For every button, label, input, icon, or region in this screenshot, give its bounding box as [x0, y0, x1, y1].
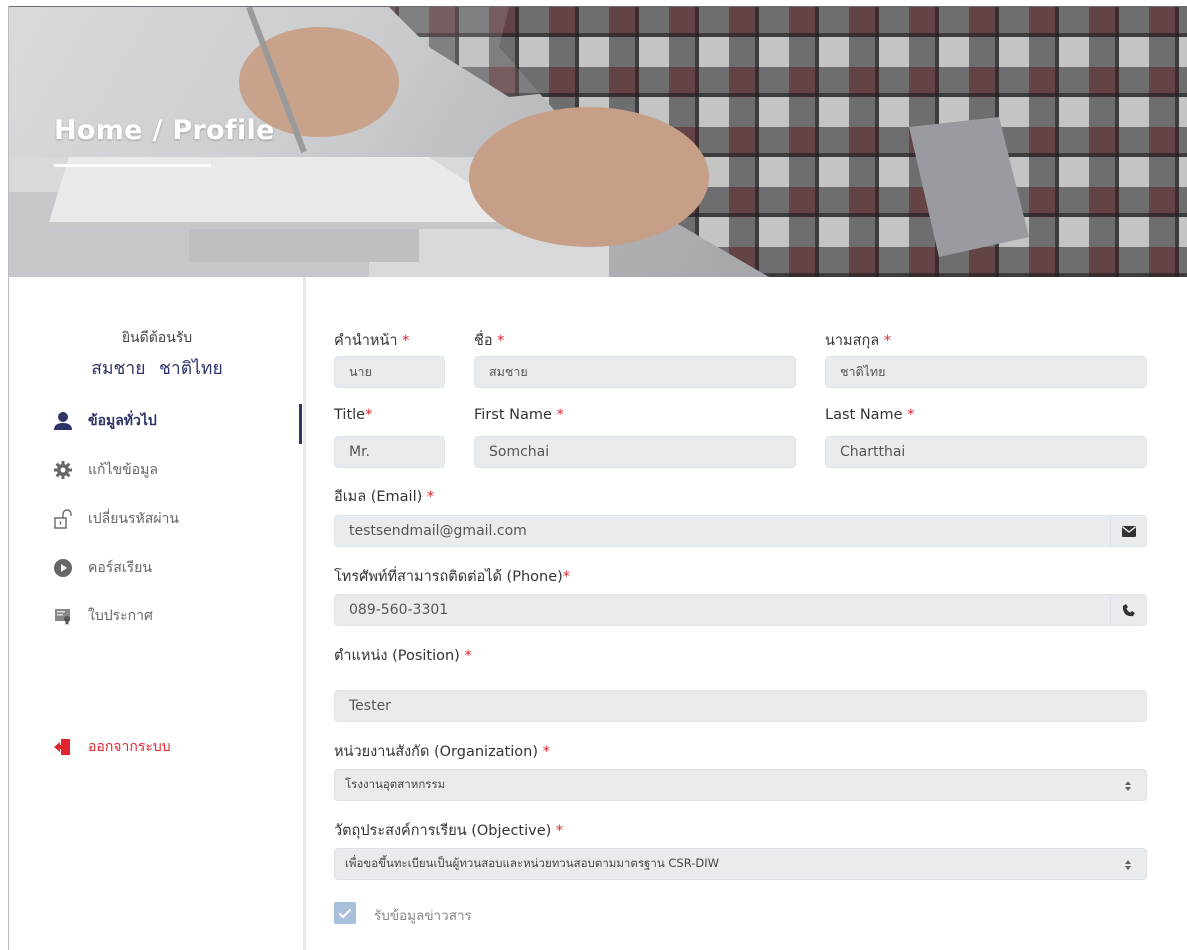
objective-select[interactable]: เพื่อขอขึ้นทะเบียนเป็นผู้ทวนสอบและหน่วยท… — [334, 848, 1147, 880]
lastname-en-field[interactable]: Chartthai — [825, 436, 1147, 468]
firstname-en-field[interactable]: Somchai — [474, 436, 796, 468]
newsletter-checkbox[interactable] — [334, 902, 356, 924]
sidebar-item-edit-info[interactable]: แก้ไขข้อมูล — [52, 457, 158, 483]
phone-icon — [1110, 595, 1146, 625]
title-en-field[interactable]: Mr. — [334, 436, 445, 468]
sidebar-item-courses[interactable]: คอร์สเรียน — [52, 555, 152, 581]
sidebar-item-certificates[interactable]: ใบประกาศ — [52, 603, 153, 629]
lastname-th-field[interactable]: ชาติไทย — [825, 356, 1147, 388]
organization-select[interactable]: โรงงานอุตสาหกรรม — [334, 769, 1147, 801]
gear-icon — [52, 459, 74, 481]
sign-out-icon — [52, 736, 74, 758]
sidebar-item-label: แก้ไขข้อมูล — [88, 462, 158, 478]
certificate-icon — [52, 605, 74, 627]
position-field[interactable]: Tester — [334, 690, 1147, 722]
select-arrows-icon — [1125, 781, 1131, 791]
unlock-icon — [52, 508, 74, 530]
organization-value: โรงงานอุตสาหกรรม — [345, 777, 446, 791]
page-title: Home / Profile — [54, 115, 275, 146]
lastname-en-label: Last Name * — [825, 407, 915, 423]
select-arrows-icon — [1125, 860, 1131, 870]
user-first-name: สมชาย — [91, 359, 146, 379]
phone-field[interactable]: 089-560-3301 — [334, 594, 1147, 626]
objective-value: เพื่อขอขึ้นทะเบียนเป็นผู้ทวนสอบและหน่วยท… — [345, 856, 719, 870]
lastname-th-label: นามสกุล * — [825, 333, 891, 349]
sidebar-item-general-info[interactable]: ข้อมูลทั่วไป — [52, 408, 157, 434]
position-label: ตำแหน่ง (Position) * — [334, 648, 472, 664]
title-underline — [54, 164, 211, 167]
newsletter-label: รับข้อมูลข่าวสาร — [374, 908, 472, 924]
sidebar-item-label: เปลี่ยนรหัสผ่าน — [88, 511, 179, 527]
sidebar: ยินดีต้อนรับ สมชาย ชาติไทย ข้อมูลทั่วไป … — [9, 277, 305, 950]
logout-button[interactable]: ออกจากระบบ — [52, 734, 171, 760]
user-icon — [52, 410, 74, 432]
objective-label: วัตถุประสงค์การเรียน (Objective) * — [334, 823, 564, 839]
title-en-label: Title* — [334, 407, 373, 423]
welcome-text: ยินดีต้อนรับ — [121, 330, 193, 346]
prefix-th-field[interactable]: นาย — [334, 356, 445, 388]
sidebar-item-label: ใบประกาศ — [88, 608, 153, 624]
prefix-th-label: คำนำหน้า * — [334, 333, 410, 349]
active-indicator — [299, 404, 302, 444]
logout-label: ออกจากระบบ — [88, 739, 171, 755]
user-name: สมชาย ชาติไทย — [9, 354, 305, 382]
phone-value: 089-560-3301 — [349, 602, 449, 618]
sidebar-item-change-password[interactable]: เปลี่ยนรหัสผ่าน — [52, 506, 179, 532]
envelope-icon — [1110, 516, 1146, 546]
sidebar-item-label: คอร์สเรียน — [88, 560, 152, 576]
firstname-th-field[interactable]: สมชาย — [474, 356, 796, 388]
email-label: อีเมล (Email) * — [334, 489, 435, 505]
hero-banner: Home / Profile — [9, 7, 1187, 277]
sidebar-divider — [303, 277, 306, 950]
phone-label: โทรศัพท์ที่สามารถติดต่อได้ (Phone)* — [334, 569, 571, 585]
user-last-name: ชาติไทย — [159, 359, 223, 379]
sidebar-item-label: ข้อมูลทั่วไป — [88, 413, 157, 429]
play-circle-icon — [52, 557, 74, 579]
email-field[interactable]: testsendmail@gmail.com — [334, 515, 1147, 547]
firstname-en-label: First Name * — [474, 407, 564, 423]
check-icon — [338, 908, 352, 918]
firstname-th-label: ชื่อ * — [474, 333, 505, 349]
email-value: testsendmail@gmail.com — [349, 523, 527, 539]
organization-label: หน่วยงานสังกัด (Organization) * — [334, 744, 550, 760]
